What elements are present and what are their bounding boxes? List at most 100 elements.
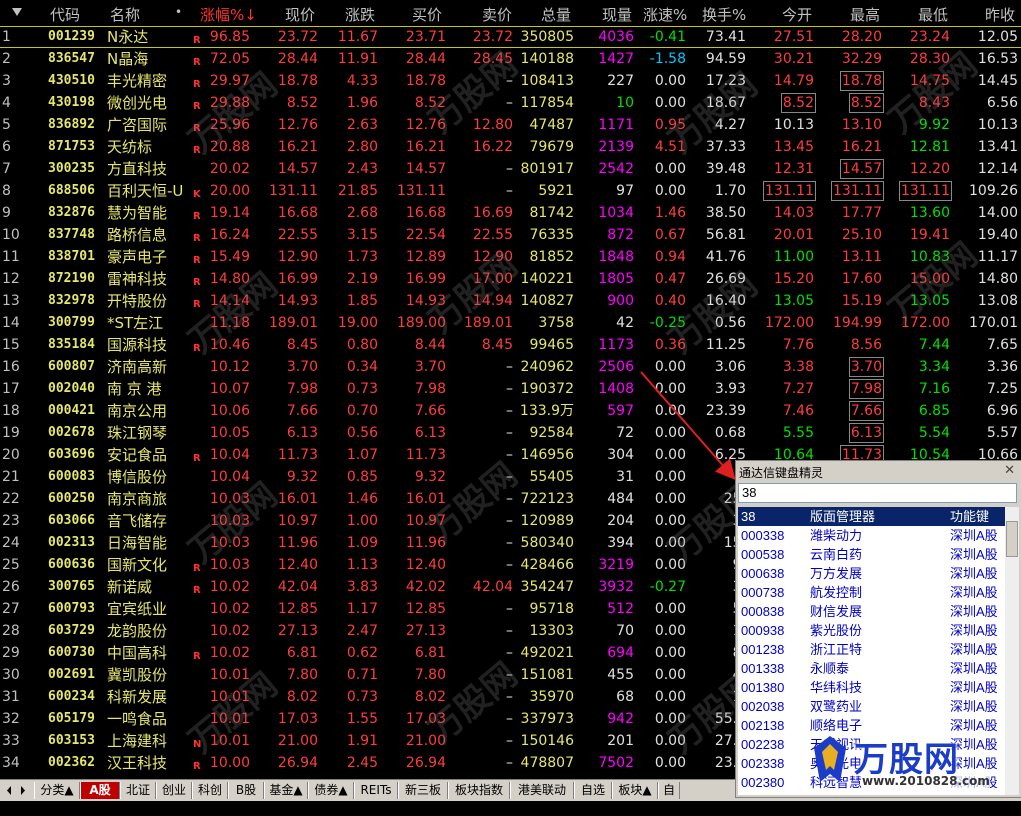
margin-flag: R: [193, 35, 201, 46]
header-high[interactable]: 最高: [850, 4, 880, 25]
cell-cur: 694: [607, 645, 634, 661]
table-row[interactable]: 15 835184 国源科技 R 10.46 8.45 0.80 8.44 8.45 99465 1…: [0, 334, 1021, 356]
cell-pct: 10.07: [209, 381, 250, 397]
row-index: 13: [2, 293, 20, 309]
spirit-scrollbar[interactable]: [1005, 507, 1019, 795]
cell-vol: 350805: [520, 29, 574, 45]
tab-scroll-right-icon[interactable]: [18, 782, 28, 799]
market-tab[interactable]: 创业: [156, 782, 192, 799]
table-row[interactable]: 11 838701 豪声电子 R 15.49 12.90 1.73 12.89 12.90 818…: [0, 246, 1021, 268]
table-row[interactable]: 12 872190 雷神科技 R 14.80 16.99 2.19 16.99 17.00 140…: [0, 268, 1021, 290]
table-row[interactable]: 17 002040 南 京 港 10.07 7.98 0.73 7.98 –190372 140…: [0, 378, 1021, 400]
spirit-result-item[interactable]: 002338 奥普光电 深圳A股: [738, 754, 1005, 773]
row-index: 22: [2, 491, 20, 507]
market-tab[interactable]: 科创: [192, 782, 228, 799]
cell-bid: 27.13: [405, 623, 446, 639]
table-row[interactable]: 13 832978 开特股份 R 14.14 14.93 1.85 14.93 14.94 140…: [0, 290, 1021, 312]
keyboard-spirit-dialog[interactable]: 通达信键盘精灵 ✕ 38 38 版面管理器 功能键 000338 潍柴动力 深圳A股 000…: [735, 460, 1021, 798]
header-open[interactable]: 今开: [782, 4, 812, 25]
spirit-item-c2: 航发控制: [810, 585, 863, 600]
spirit-result-list[interactable]: 38 版面管理器 功能键 000338 潍柴动力 深圳A股 000538 云南白药 深圳A股 00…: [738, 507, 1005, 795]
spirit-title-bar[interactable]: 通达信键盘精灵 ✕: [736, 461, 1021, 481]
market-tab[interactable]: 板块指数: [448, 782, 510, 799]
header-change[interactable]: 涨跌: [345, 4, 375, 25]
spirit-result-item[interactable]: 002038 双鹭药业 深圳A股: [738, 697, 1005, 716]
header-bid[interactable]: 买价: [412, 4, 442, 25]
margin-flag: R: [193, 651, 201, 662]
table-row[interactable]: 2 836547 N晶海 R 72.05 28.44 11.91 28.44 28.45 1401…: [0, 48, 1021, 70]
row-index: 24: [2, 535, 20, 551]
table-row[interactable]: 9 832876 慧为智能 R 19.14 16.68 2.68 16.68 16.69 8174…: [0, 202, 1021, 224]
cell-low: 14.75: [909, 73, 950, 89]
header-price[interactable]: 现价: [285, 4, 315, 25]
market-tab[interactable]: 板块▲: [612, 782, 658, 799]
spirit-result-item[interactable]: 001338 永顺泰 深圳A股: [738, 659, 1005, 678]
market-tab[interactable]: 自: [658, 782, 680, 799]
market-tab[interactable]: 基金▲: [264, 782, 308, 799]
cell-chg: 0.73: [346, 689, 378, 705]
market-tab[interactable]: 港美联动: [510, 782, 574, 799]
table-row[interactable]: 14 300799 *ST左江 11.18 189.01 19.00 189.00 189.0…: [0, 312, 1021, 334]
cell-turn: 17.23: [705, 73, 746, 89]
header-code[interactable]: 代码: [50, 4, 80, 25]
spirit-result-item[interactable]: 002138 顺络电子 深圳A股: [738, 716, 1005, 735]
cell-ask: –: [506, 623, 513, 639]
header-volume[interactable]: 总量: [541, 4, 571, 25]
market-tab[interactable]: 北证: [120, 782, 156, 799]
table-row[interactable]: 4 430198 微创光电 R 29.88 8.52 1.96 8.52 –117854 10 0.…: [0, 92, 1021, 114]
table-row[interactable]: 1 001239 N永达 R 96.85 23.72 11.67 23.71 23.72 3508…: [0, 26, 1021, 48]
table-row[interactable]: 7 300235 方直科技 20.02 14.57 2.43 14.57 –801917 254…: [0, 158, 1021, 180]
header-prev-close[interactable]: 昨收: [985, 4, 1015, 25]
spirit-result-item[interactable]: 000538 云南白药 深圳A股: [738, 545, 1005, 564]
cell-ask: –: [506, 425, 513, 441]
row-index: 33: [2, 733, 20, 749]
spirit-result-item[interactable]: 000638 万方发展 深圳A股: [738, 564, 1005, 583]
spirit-result-item[interactable]: 001380 华纬科技 深圳A股: [738, 678, 1005, 697]
table-row[interactable]: 16 600807 济南高新 10.12 3.70 0.34 3.70 –240962 2506…: [0, 356, 1021, 378]
market-tab[interactable]: REITs: [354, 782, 398, 799]
market-tab[interactable]: 新三板▲: [398, 782, 448, 814]
header-speed[interactable]: 涨速%: [643, 4, 687, 25]
table-row[interactable]: 5 836892 广咨国际 R 25.96 12.76 2.63 12.76 12.80 4748…: [0, 114, 1021, 136]
table-row[interactable]: 6 871753 天纺标 R 20.88 16.21 2.80 16.21 16.22 79679…: [0, 136, 1021, 158]
spirit-result-item[interactable]: 000738 航发控制 深圳A股: [738, 583, 1005, 602]
close-icon[interactable]: ✕: [1004, 463, 1015, 478]
cell-chg: 2.80: [346, 139, 378, 155]
cell-bid: 9.32: [414, 469, 446, 485]
tab-scroll-left-icon[interactable]: [4, 782, 14, 799]
scrollbar-thumb[interactable]: [1006, 521, 1018, 557]
header-current-volume[interactable]: 现量: [602, 4, 632, 25]
table-row[interactable]: 10 837748 路桥信息 R 16.24 22.55 3.15 22.54 22.55 763…: [0, 224, 1021, 246]
table-row[interactable]: 8 688506 百利天恒-U K 20.00 131.11 21.85 131.11 – 592…: [0, 180, 1021, 202]
spirit-result-item[interactable]: 002380 科远智慧 深圳A股: [738, 773, 1005, 792]
table-row[interactable]: 3 430510 丰光精密 R 29.97 18.78 4.33 18.78 –108413 22…: [0, 70, 1021, 92]
sort-menu-icon[interactable]: [12, 8, 22, 16]
market-tab[interactable]: 债券▲: [308, 782, 354, 799]
spirit-result-item[interactable]: 002238 天威视讯 深圳A股: [738, 735, 1005, 754]
spirit-result-item[interactable]: 38 版面管理器 功能键: [738, 507, 1005, 526]
cell-ask: 42.04: [472, 579, 513, 595]
header-name[interactable]: 名称: [110, 4, 140, 25]
spirit-item-c2: 浙江正特: [810, 642, 863, 657]
market-tab[interactable]: 分类▲: [34, 782, 80, 799]
market-tab[interactable]: 自选: [574, 782, 612, 799]
spirit-result-item[interactable]: 000838 财信发展 深圳A股: [738, 602, 1005, 621]
header-low[interactable]: 最低: [918, 4, 948, 25]
spirit-result-item[interactable]: 000938 紫光股份 深圳A股: [738, 621, 1005, 640]
spirit-result-item[interactable]: 001238 浙江正特 深圳A股: [738, 640, 1005, 659]
table-row[interactable]: 19 002678 珠江钢琴 10.05 6.13 0.56 6.13 –92584 72 0.0…: [0, 422, 1021, 444]
table-row[interactable]: 18 000421 南京公用 10.06 7.66 0.70 7.66 –133.9万 597 0…: [0, 400, 1021, 422]
header-turnover[interactable]: 换手%: [702, 4, 746, 25]
margin-flag: N: [193, 739, 202, 750]
cell-spd: 0.00: [654, 183, 686, 199]
header-ask[interactable]: 卖价: [482, 4, 512, 25]
cell-chg: 3.15: [346, 227, 378, 243]
row-index: 6: [2, 139, 11, 155]
cell-vol: 79679: [529, 139, 574, 155]
market-tab[interactable]: A股: [80, 782, 120, 799]
cell-chg: 1.13: [346, 557, 378, 573]
market-tab[interactable]: B股: [228, 782, 264, 799]
spirit-search-input[interactable]: 38: [738, 483, 1017, 503]
header-pct-sorted[interactable]: 涨幅%↓: [200, 4, 257, 25]
spirit-result-item[interactable]: 000338 潍柴动力 深圳A股: [738, 526, 1005, 545]
